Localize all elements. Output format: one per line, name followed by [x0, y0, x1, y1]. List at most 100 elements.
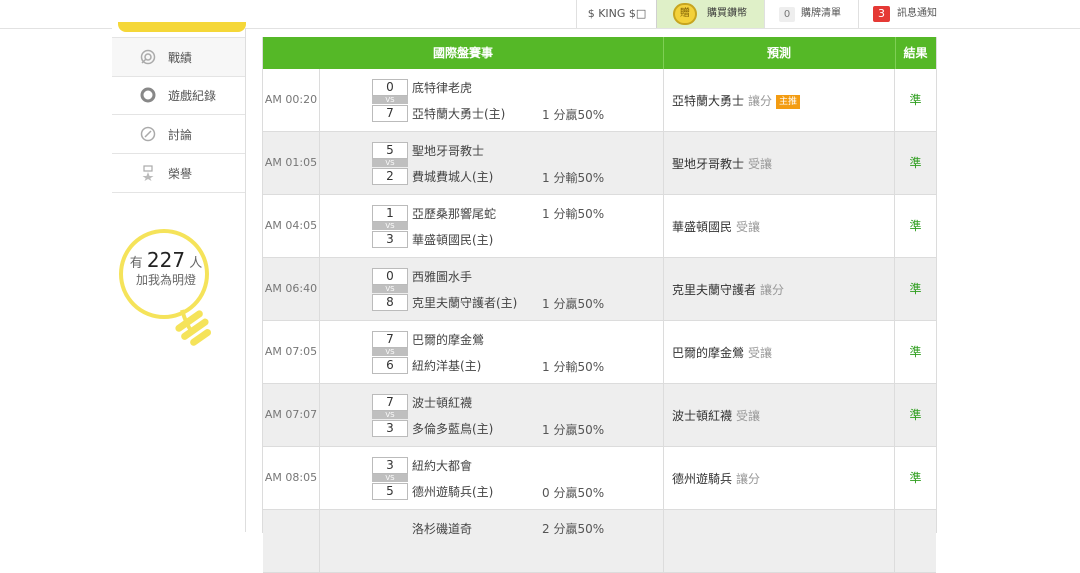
vs-divider: VS	[372, 285, 408, 293]
home-team: 克里夫蘭守護者(主)	[412, 296, 518, 310]
notifications-button[interactable]: 3 訊息通知	[858, 0, 951, 28]
prediction-cell: 華盛頓國民 受讓	[663, 195, 895, 257]
away-team: 波士頓紅襪	[412, 396, 473, 410]
prediction-cell: 亞特蘭大勇士 讓分 主推	[663, 69, 895, 131]
away-team: 紐約大都會	[412, 459, 473, 473]
table-row[interactable]: AM 07:05 7 VS 6 巴爾的摩金鶯 紐約洋基(主) 1 分輸50% 巴爾的摩金鶯 受讓…	[263, 321, 936, 384]
spread-odds: 1 分贏50%	[542, 297, 605, 311]
table-header: 國際盤賽事 預測 結果	[263, 37, 936, 69]
match-table: 國際盤賽事 預測 結果 AM 00:20 0 VS 7 底特律老虎 亞特蘭大勇士(主) 1 …	[262, 37, 937, 573]
notifications-label: 訊息通知	[897, 8, 937, 19]
fan-count-caption: 加我為明燈	[135, 273, 196, 287]
away-team: 巴爾的摩金鶯	[412, 333, 485, 347]
coin-icon: 贈	[673, 3, 697, 25]
sidebar-item-discussion[interactable]: 討論	[112, 115, 245, 154]
predicted-team: 德州遊騎兵	[672, 472, 733, 486]
home-team: 德州遊騎兵(主)	[412, 485, 494, 499]
sidebar-item-label: 遊戲紀錄	[168, 89, 217, 103]
fan-count-suffix: 人	[189, 256, 203, 271]
result-mark: 準	[909, 408, 922, 422]
home-score: 3	[372, 420, 408, 437]
header-prediction: 預測	[663, 37, 896, 69]
prediction-cell: 克里夫蘭守護者 讓分	[663, 258, 895, 320]
vs-divider: VS	[372, 159, 408, 167]
away-score: 1	[372, 205, 408, 222]
fan-count-number: 227	[146, 248, 186, 272]
predicted-team: 克里夫蘭守護者	[672, 283, 757, 297]
table-row[interactable]: AM 08:05 3 VS 5 紐約大都會 德州遊騎兵(主) 0 分贏50% 德州遊騎兵 讓分準	[263, 447, 936, 510]
result-mark: 準	[909, 156, 922, 170]
sidebar-item-game-log[interactable]: 遊戲紀錄	[112, 76, 245, 115]
result-mark	[895, 510, 936, 572]
purchase-list-button[interactable]: 0 購牌清單	[764, 0, 859, 28]
spread-odds: 1 分輸50%	[542, 171, 605, 185]
away-team: 底特律老虎	[412, 81, 473, 95]
table-row[interactable]: 洛杉磯道奇 2 分贏50%	[263, 510, 936, 573]
predicted-team: 巴爾的摩金鶯	[672, 346, 745, 360]
prediction-cell: 德州遊騎兵 讓分	[663, 447, 895, 509]
table-row[interactable]: AM 00:20 0 VS 7 底特律老虎 亞特蘭大勇士(主) 1 分贏50% 亞特蘭大勇士讓…	[263, 69, 936, 132]
notifications-count-badge: 3	[873, 6, 890, 22]
prediction-type: 受讓	[736, 220, 761, 234]
home-team: 亞特蘭大勇士(主)	[412, 107, 506, 121]
prediction-type: 讓分	[736, 472, 761, 486]
result-mark: 準	[909, 345, 922, 359]
away-team: 亞歷桑那響尾蛇	[412, 207, 497, 221]
match-time: AM 08:05	[263, 447, 320, 509]
medal-icon	[142, 165, 154, 181]
header-match: 國際盤賽事	[263, 37, 664, 69]
away-score: 7	[372, 394, 408, 411]
sidebar-item-label: 榮譽	[168, 167, 193, 181]
fan-count-line: 有 227 人	[128, 248, 204, 272]
king-balance[interactable]: $ KING $□	[576, 0, 657, 28]
prediction-type: 受讓	[748, 157, 773, 171]
away-team: 聖地牙哥教士	[412, 144, 485, 158]
lightbulb-icon	[119, 229, 212, 346]
prediction-cell	[663, 510, 895, 572]
sidebar-item-record[interactable]: 戰績	[112, 37, 245, 77]
predicted-team: 聖地牙哥教士	[672, 157, 745, 171]
home-team: 費城費城人(主)	[412, 170, 494, 184]
match-time: AM 07:07	[263, 384, 320, 446]
predicted-team: 波士頓紅襪	[672, 409, 733, 423]
match-time: AM 06:40	[263, 258, 320, 320]
buy-coins-button[interactable]: 贈 購買鑽幣	[656, 0, 765, 28]
sidebar-item-label: 討論	[168, 128, 193, 142]
away-score: 3	[372, 457, 408, 474]
table-row[interactable]: AM 01:05 5 VS 2 聖地牙哥教士 費城費城人(主) 1 分輸50% 聖地牙哥教士受…	[263, 132, 936, 195]
vs-divider: VS	[372, 96, 408, 104]
home-score: 6	[372, 357, 408, 374]
chat-icon	[140, 126, 156, 142]
table-row[interactable]: AM 04:05 1 VS 3 亞歷桑那響尾蛇 華盛頓國民(主) 1 分輸50% 華盛頓國民受…	[263, 195, 936, 258]
prediction-cell: 巴爾的摩金鶯 受讓	[663, 321, 895, 383]
spread-odds: 0 分贏50%	[542, 486, 605, 500]
match-time: AM 00:20	[263, 69, 320, 131]
home-score: 7	[372, 105, 408, 122]
vs-divider: VS	[372, 222, 408, 230]
buy-coins-label: 購買鑽幣	[707, 8, 747, 19]
home-score: 8	[372, 294, 408, 311]
home-score: 2	[372, 168, 408, 185]
prediction-type: 讓分	[748, 94, 773, 108]
table-row[interactable]: AM 07:07 7 VS 3 波士頓紅襪 多倫多藍鳥(主) 1 分贏50% 波士頓紅襪 受讓準	[263, 384, 936, 447]
spread-odds: 1 分贏50%	[542, 423, 605, 437]
table-row[interactable]: AM 06:40 0 VS 8 西雅圖水手克里夫蘭守護者(主) 1 分贏50% 克里夫蘭守護…	[263, 258, 936, 321]
away-team: 西雅圖水手	[412, 270, 473, 284]
home-team: 多倫多藍鳥(主)	[412, 422, 494, 436]
sidebar-active-tab	[118, 22, 246, 32]
result-mark: 準	[909, 93, 922, 107]
purchase-list-count: 0	[779, 7, 795, 22]
home-team: 紐約洋基(主)	[412, 359, 482, 373]
vs-divider: VS	[372, 474, 408, 482]
target-icon	[140, 49, 156, 65]
spread-odds: 1 分輸50%	[542, 360, 605, 374]
sidebar-item-honor[interactable]: 榮譽	[112, 154, 245, 193]
result-mark: 準	[909, 219, 922, 233]
ring-icon	[140, 87, 156, 103]
prediction-cell: 波士頓紅襪 受讓	[663, 384, 895, 446]
away-score: 0	[372, 268, 408, 285]
prediction-type: 讓分	[760, 283, 785, 297]
result-mark: 準	[909, 282, 922, 296]
fan-count-prefix: 有	[129, 256, 143, 271]
match-time: AM 01:05	[263, 132, 320, 194]
